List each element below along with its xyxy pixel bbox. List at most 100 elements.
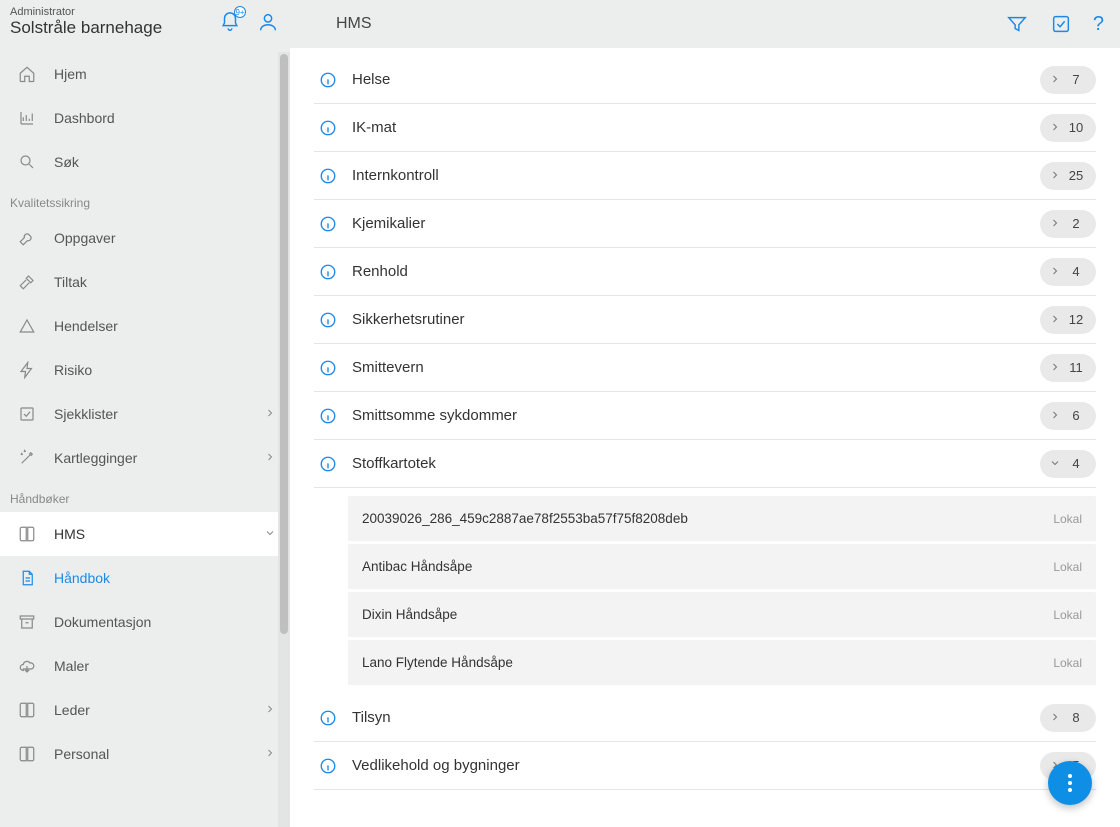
notifications-badge: 9+ bbox=[234, 6, 246, 18]
archive-icon bbox=[14, 612, 40, 632]
category-badge[interactable]: 4 bbox=[1040, 258, 1096, 286]
category-badge[interactable]: 10 bbox=[1040, 114, 1096, 142]
home-icon bbox=[14, 64, 40, 84]
sub-item[interactable]: Antibac HåndsåpeLokal bbox=[348, 544, 1096, 592]
category-count: 2 bbox=[1069, 216, 1083, 231]
category-badge[interactable]: 25 bbox=[1040, 162, 1096, 190]
category-count: 7 bbox=[1069, 72, 1083, 87]
chevron-right-icon bbox=[1049, 360, 1061, 376]
book-icon bbox=[14, 744, 40, 764]
chevron-right-icon bbox=[1049, 72, 1061, 88]
chevron-right-icon bbox=[1049, 710, 1061, 726]
hammer-icon bbox=[14, 272, 40, 292]
category-badge[interactable]: 6 bbox=[1040, 402, 1096, 430]
sidebar-scrollbar-track[interactable] bbox=[278, 52, 290, 827]
info-icon[interactable] bbox=[314, 71, 342, 89]
info-icon[interactable] bbox=[314, 709, 342, 727]
nav-item-dokumentasjon[interactable]: Dokumentasjon bbox=[0, 600, 290, 644]
category-row-vedlikehold-og-bygninger[interactable]: Vedlikehold og bygninger5 bbox=[314, 742, 1096, 790]
category-row-sikkerhetsrutiner[interactable]: Sikkerhetsrutiner12 bbox=[314, 296, 1096, 344]
nav-item-oppgaver[interactable]: Oppgaver bbox=[0, 216, 290, 260]
chevron-right-icon bbox=[264, 746, 276, 762]
info-icon[interactable] bbox=[314, 215, 342, 233]
help-button[interactable]: ? bbox=[1093, 13, 1104, 36]
nav-item-hendelser[interactable]: Hendelser bbox=[0, 304, 290, 348]
category-count: 25 bbox=[1069, 168, 1083, 183]
category-row-smittsomme-sykdommer[interactable]: Smittsomme sykdommer6 bbox=[314, 392, 1096, 440]
main-panel: HMS ? Helse7IK-mat10Internkontroll25Kjem… bbox=[290, 0, 1120, 827]
book-icon bbox=[14, 524, 40, 544]
nav-label: Søk bbox=[54, 154, 276, 170]
chevron-right-icon bbox=[264, 450, 276, 466]
sub-item-badge: Lokal bbox=[1053, 512, 1082, 526]
nav-label: Tiltak bbox=[54, 274, 276, 290]
chevron-right-icon bbox=[1049, 408, 1061, 424]
category-label: Vedlikehold og bygninger bbox=[352, 757, 1040, 774]
chevron-right-icon bbox=[1049, 168, 1061, 184]
nav-item-maler[interactable]: Maler bbox=[0, 644, 290, 688]
sub-item[interactable]: 20039026_286_459c2887ae78f2553ba57f75f82… bbox=[348, 496, 1096, 544]
sub-item[interactable]: Dixin HåndsåpeLokal bbox=[348, 592, 1096, 640]
nav-item-søk[interactable]: Søk bbox=[0, 140, 290, 184]
wand-icon bbox=[14, 448, 40, 468]
nav-item-personal[interactable]: Personal bbox=[0, 732, 290, 776]
category-row-tilsyn[interactable]: Tilsyn8 bbox=[314, 694, 1096, 742]
sidebar-scrollbar-thumb[interactable] bbox=[280, 54, 288, 634]
category-label: Smittsomme sykdommer bbox=[352, 407, 1040, 424]
cloud-icon bbox=[14, 656, 40, 676]
nav-item-håndbok[interactable]: Håndbok bbox=[0, 556, 290, 600]
category-badge[interactable]: 4 bbox=[1040, 450, 1096, 478]
chevron-right-icon bbox=[264, 702, 276, 718]
category-badge[interactable]: 11 bbox=[1040, 354, 1096, 382]
info-icon[interactable] bbox=[314, 455, 342, 473]
nav-label: Risiko bbox=[54, 362, 276, 378]
sub-item[interactable]: Lano Flytende HåndsåpeLokal bbox=[348, 640, 1096, 688]
category-badge[interactable]: 2 bbox=[1040, 210, 1096, 238]
nav-item-risiko[interactable]: Risiko bbox=[0, 348, 290, 392]
category-row-smittevern[interactable]: Smittevern11 bbox=[314, 344, 1096, 392]
filter-button[interactable] bbox=[1005, 12, 1029, 36]
category-badge[interactable]: 7 bbox=[1040, 66, 1096, 94]
category-badge[interactable]: 8 bbox=[1040, 704, 1096, 732]
category-row-internkontroll[interactable]: Internkontroll25 bbox=[314, 152, 1096, 200]
category-row-ik-mat[interactable]: IK-mat10 bbox=[314, 104, 1096, 152]
book-icon bbox=[14, 700, 40, 720]
nav-item-hjem[interactable]: Hjem bbox=[0, 52, 290, 96]
nav-label: Sjekklister bbox=[54, 406, 264, 422]
info-icon[interactable] bbox=[314, 119, 342, 137]
nav-item-tiltak[interactable]: Tiltak bbox=[0, 260, 290, 304]
checklist-button[interactable] bbox=[1049, 12, 1073, 36]
info-icon[interactable] bbox=[314, 407, 342, 425]
notifications-button[interactable]: 9+ bbox=[218, 10, 242, 34]
info-icon[interactable] bbox=[314, 311, 342, 329]
info-icon[interactable] bbox=[314, 757, 342, 775]
nav-label: Dashbord bbox=[54, 110, 276, 126]
info-icon[interactable] bbox=[314, 359, 342, 377]
nav-item-dashbord[interactable]: Dashbord bbox=[0, 96, 290, 140]
sub-item-label: Dixin Håndsåpe bbox=[362, 607, 1053, 622]
category-row-helse[interactable]: Helse7 bbox=[314, 56, 1096, 104]
info-icon[interactable] bbox=[314, 167, 342, 185]
category-label: Renhold bbox=[352, 263, 1040, 280]
info-icon[interactable] bbox=[314, 263, 342, 281]
category-badge[interactable]: 12 bbox=[1040, 306, 1096, 334]
nav-label: HMS bbox=[54, 526, 264, 542]
category-row-stoffkartotek[interactable]: Stoffkartotek4 bbox=[314, 440, 1096, 488]
chevron-right-icon bbox=[1049, 216, 1061, 232]
doc-icon bbox=[14, 568, 40, 588]
chevron-right-icon bbox=[1049, 120, 1061, 136]
profile-button[interactable] bbox=[256, 10, 280, 34]
sub-item-badge: Lokal bbox=[1053, 608, 1082, 622]
bolt-icon bbox=[14, 360, 40, 380]
category-label: Sikkerhetsrutiner bbox=[352, 311, 1040, 328]
nav-item-sjekklister[interactable]: Sjekklister bbox=[0, 392, 290, 436]
fab-more-button[interactable] bbox=[1048, 761, 1092, 805]
nav-item-hms[interactable]: HMS bbox=[0, 512, 290, 556]
nav-item-leder[interactable]: Leder bbox=[0, 688, 290, 732]
category-row-kjemikalier[interactable]: Kjemikalier2 bbox=[314, 200, 1096, 248]
category-row-renhold[interactable]: Renhold4 bbox=[314, 248, 1096, 296]
wrench-icon bbox=[14, 228, 40, 248]
nav-item-kartlegginger[interactable]: Kartlegginger bbox=[0, 436, 290, 480]
topbar: HMS ? bbox=[290, 0, 1120, 48]
sub-item-label: Antibac Håndsåpe bbox=[362, 559, 1053, 574]
